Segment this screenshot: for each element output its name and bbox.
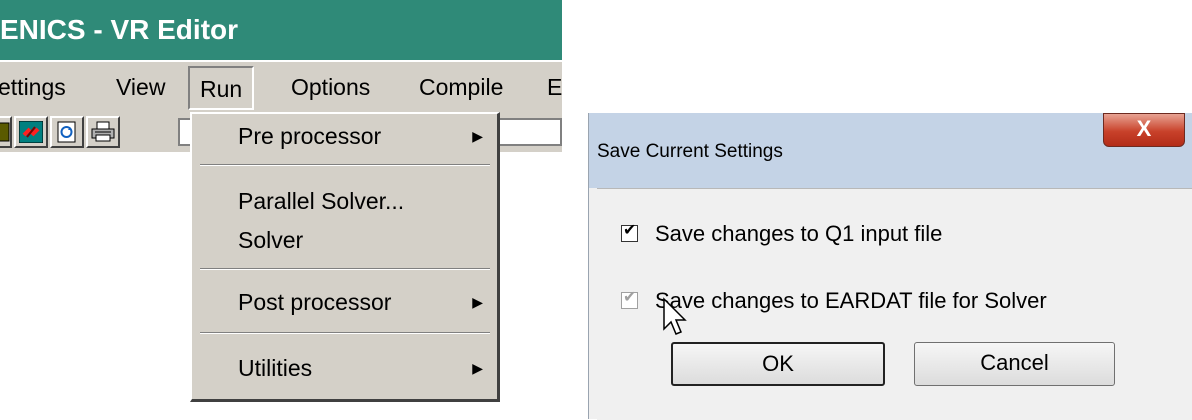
q1-checkbox[interactable]: ✔: [621, 222, 638, 242]
save-settings-dialog: Save Current Settings X ✔ Save changes to…: [588, 113, 1192, 420]
editor-title: ENICS - VR Editor: [0, 14, 239, 45]
checkmark-icon: ✔: [623, 221, 637, 239]
editor-title-bar: ENICS - VR Editor: [0, 0, 562, 60]
print-icon[interactable]: [86, 116, 120, 148]
run-menu-dropdown: Pre processor ▶ Parallel Solver... Solve…: [190, 112, 500, 402]
close-button[interactable]: X: [1103, 113, 1185, 147]
dialog-title: Save Current Settings: [597, 141, 783, 162]
menu-options[interactable]: Options: [291, 62, 370, 112]
menu-compile[interactable]: Compile: [419, 62, 503, 112]
menu-settings[interactable]: ettings: [0, 62, 66, 112]
menu-item-post-processor[interactable]: Post processor ▶: [192, 286, 497, 318]
menu-item-parallel-solver[interactable]: Parallel Solver...: [192, 185, 497, 217]
menu-item-label: Solver: [238, 227, 304, 253]
menu-separator: [200, 268, 490, 270]
option-label: Save changes to Q1 input file: [655, 221, 943, 246]
menu-run[interactable]: Run: [188, 66, 255, 110]
link-icon[interactable]: [14, 116, 48, 148]
menu-bar: ettings View Run Options Compile E: [0, 62, 562, 112]
ok-button[interactable]: OK: [671, 342, 885, 386]
option-save-q1[interactable]: ✔ Save changes to Q1 input file: [621, 219, 942, 249]
option-label: Save changes to EARDAT file for Solver: [655, 288, 1047, 313]
cancel-button[interactable]: Cancel: [914, 342, 1115, 386]
dialog-title-bar: Save Current Settings X: [589, 113, 1192, 188]
menu-item-pre-processor[interactable]: Pre processor ▶: [192, 120, 497, 152]
menu-item-label: Post processor: [238, 289, 392, 315]
checkmark-icon: ✔: [623, 288, 637, 306]
submenu-arrow-icon: ▶: [472, 360, 483, 376]
mouse-cursor-icon: [663, 297, 687, 335]
menu-e[interactable]: E: [547, 62, 562, 112]
menu-view[interactable]: View: [116, 62, 165, 112]
menu-separator: [200, 332, 490, 334]
menu-item-label: Utilities: [238, 355, 313, 381]
save-icon[interactable]: [0, 116, 12, 148]
menu-item-label: Parallel Solver...: [238, 188, 405, 214]
menu-item-utilities[interactable]: Utilities ▶: [192, 352, 497, 384]
submenu-arrow-icon: ▶: [472, 294, 483, 310]
submenu-arrow-icon: ▶: [472, 128, 483, 144]
menu-separator: [200, 164, 490, 166]
vr-editor-window: ENICS - VR Editor ettings View Run Optio…: [0, 0, 562, 419]
close-icon: X: [1136, 116, 1152, 141]
menu-item-solver[interactable]: Solver: [192, 224, 497, 256]
eardat-checkbox[interactable]: ✔: [621, 289, 638, 309]
menu-item-label: Pre processor: [238, 123, 382, 149]
refresh-icon[interactable]: [50, 116, 84, 148]
